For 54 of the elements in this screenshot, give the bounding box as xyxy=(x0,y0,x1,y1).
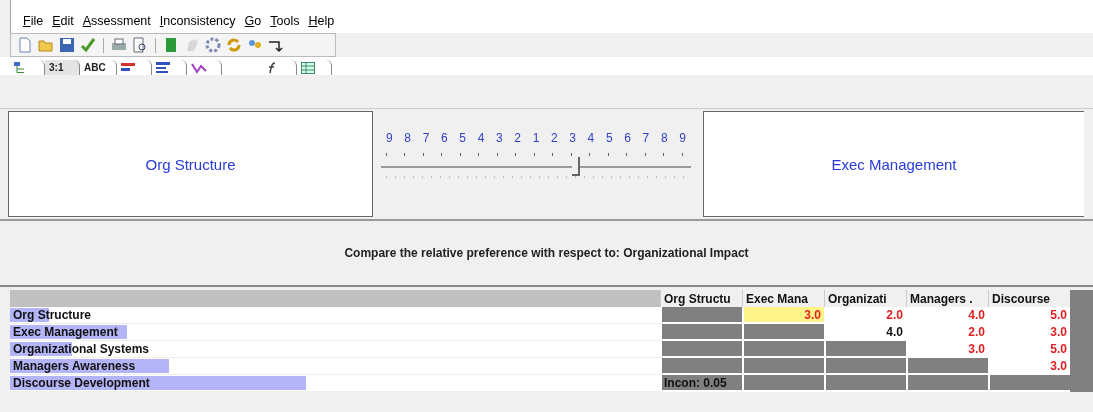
row-header[interactable]: Exec Management xyxy=(10,324,660,341)
scale-number: 6 xyxy=(441,131,448,145)
menu-item[interactable]: Help xyxy=(308,14,335,31)
check-icon[interactable] xyxy=(80,37,96,53)
row-header[interactable]: Discourse Development xyxy=(10,375,660,392)
scale-number: 7 xyxy=(422,131,430,145)
scale-number: 9 xyxy=(679,131,686,145)
graph-icon xyxy=(190,61,207,74)
left-element-panel[interactable]: Org Structure xyxy=(8,111,373,217)
scale-number: 3 xyxy=(495,131,503,145)
scale-number: 8 xyxy=(404,131,411,145)
column-header[interactable]: Managers . xyxy=(906,290,988,307)
row-header[interactable]: Managers Awareness xyxy=(10,358,660,375)
scale-number: 4 xyxy=(587,131,595,145)
menu-item[interactable]: Tools xyxy=(270,14,300,31)
folder-icon[interactable] xyxy=(38,37,54,53)
tree-icon xyxy=(14,62,24,73)
scale-number: 1 xyxy=(532,131,540,145)
row-header[interactable]: Organizational Systems xyxy=(10,341,660,358)
scale-number: 5 xyxy=(459,131,466,145)
lines-icon xyxy=(155,61,172,74)
bar-chart-icon xyxy=(120,61,137,74)
scale-number: 2 xyxy=(550,131,558,145)
menu-item[interactable]: Assessment xyxy=(82,14,151,31)
left-element-label: Org Structure xyxy=(145,155,236,173)
right-element-panel[interactable]: Exec Management xyxy=(703,111,1084,217)
printer-icon[interactable] xyxy=(111,37,127,53)
scale-number: 2 xyxy=(514,131,521,145)
menu-item[interactable]: File xyxy=(23,14,44,31)
scale-number: 8 xyxy=(660,131,668,145)
scale-number: 5 xyxy=(605,131,613,145)
save-icon[interactable] xyxy=(59,37,75,53)
column-header[interactable]: Exec Mana xyxy=(742,290,824,307)
scale-number: 3 xyxy=(569,131,576,145)
scale-number: 6 xyxy=(624,131,631,145)
column-header[interactable]: Org Structu xyxy=(660,290,742,307)
scale-number: 9 xyxy=(386,131,393,145)
column-header[interactable]: Organizati xyxy=(824,290,906,307)
new-document-icon[interactable] xyxy=(17,37,33,53)
menu-item[interactable]: Inconsistency xyxy=(159,14,236,31)
comparison-prompt: Compare the relative preference with respect to: Organizational Impact xyxy=(344,246,749,260)
scale-number: 4 xyxy=(477,131,485,145)
scale-number: 7 xyxy=(642,131,650,145)
menu-item[interactable]: Go xyxy=(244,14,262,31)
row-header[interactable]: Org Structure xyxy=(10,307,660,324)
grid-icon xyxy=(300,61,315,74)
tab[interactable]: 3:1 xyxy=(45,60,80,75)
judgment-cell[interactable]: 3.0 xyxy=(742,307,824,324)
menu-item[interactable]: Edit xyxy=(52,14,74,31)
column-header[interactable]: Discourse xyxy=(988,290,1070,307)
inconsistency-ratio: Incon: 0.05 xyxy=(660,375,742,392)
print-preview-icon[interactable] xyxy=(132,37,148,53)
refresh-icon[interactable] xyxy=(226,37,242,53)
right-element-label: Exec Management xyxy=(831,155,957,173)
